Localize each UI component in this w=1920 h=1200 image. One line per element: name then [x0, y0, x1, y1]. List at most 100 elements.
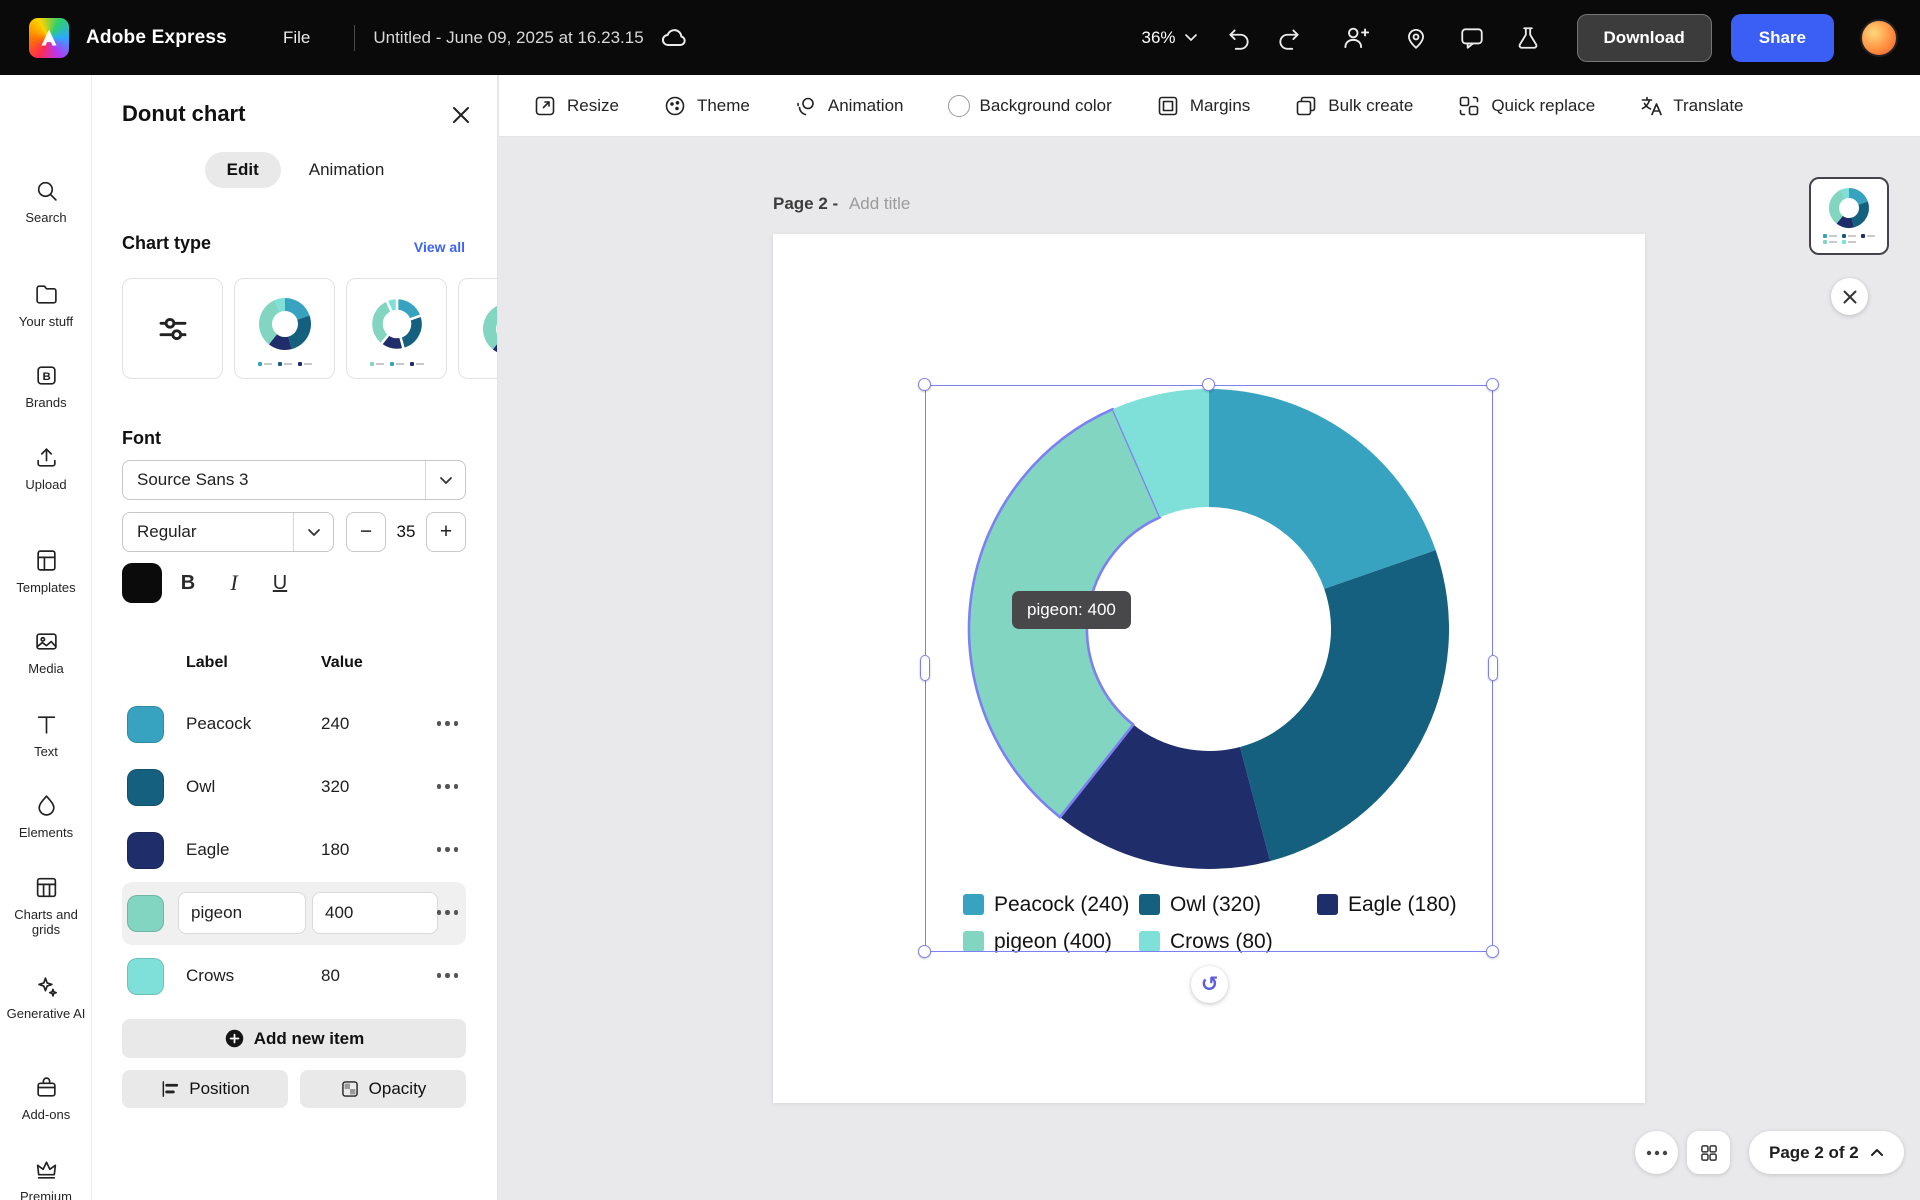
- row-menu-button[interactable]: [436, 973, 458, 978]
- font-size-decrease-button[interactable]: −: [346, 512, 386, 552]
- bulk-create-button[interactable]: Bulk create: [1294, 94, 1413, 118]
- resize-button[interactable]: Resize: [533, 94, 619, 118]
- chevron-down-icon: [293, 513, 333, 551]
- row-label[interactable]: Crows: [186, 966, 234, 986]
- deselect-button[interactable]: [1831, 278, 1868, 315]
- font-weight-select[interactable]: Regular: [122, 512, 334, 552]
- document-title[interactable]: Untitled - June 09, 2025 at 16.23.15: [373, 28, 643, 48]
- row-menu-button[interactable]: [436, 721, 458, 726]
- selection-handle-top-right[interactable]: [1486, 378, 1499, 391]
- italic-button[interactable]: I: [214, 563, 254, 603]
- margins-button[interactable]: Margins: [1156, 94, 1250, 118]
- chart-type-custom[interactable]: [122, 278, 223, 379]
- sidebar-item-charts-and-grids[interactable]: Charts and grids: [0, 875, 92, 937]
- cloud-sync-icon[interactable]: [660, 24, 688, 52]
- row-color-swatch[interactable]: [127, 706, 164, 743]
- add-collaborator-icon[interactable]: [1342, 24, 1369, 51]
- position-button[interactable]: Position: [122, 1070, 288, 1108]
- row-label[interactable]: Peacock: [186, 714, 251, 734]
- download-button[interactable]: Download: [1576, 13, 1712, 62]
- label-input[interactable]: [191, 903, 293, 923]
- font-size-increase-button[interactable]: +: [426, 512, 466, 552]
- row-color-swatch[interactable]: [127, 895, 164, 932]
- selection-handle-top-left[interactable]: [918, 378, 931, 391]
- sidebar-item-upload[interactable]: Upload: [0, 445, 92, 492]
- selection-handle-bottom-left[interactable]: [918, 945, 931, 958]
- sidebar-item-generative-ai[interactable]: Generative AI: [0, 974, 92, 1021]
- close-panel-button[interactable]: [449, 103, 473, 127]
- row-menu-button[interactable]: [436, 784, 458, 789]
- selection-handle-middle-right[interactable]: [1488, 655, 1498, 681]
- page-indicator[interactable]: Page 2 of 2: [1749, 1131, 1904, 1174]
- sidebar-item-search[interactable]: Search: [0, 178, 92, 225]
- theme-button[interactable]: Theme: [663, 94, 750, 118]
- chevron-down-icon: [1184, 34, 1197, 41]
- page-grid-view-button[interactable]: [1687, 1131, 1730, 1174]
- quick-replace-button[interactable]: Quick replace: [1457, 94, 1595, 118]
- theme-icon: [665, 96, 685, 115]
- comment-icon[interactable]: [1459, 25, 1485, 51]
- selection-handle-bottom-right[interactable]: [1486, 945, 1499, 958]
- text-color-swatch[interactable]: [122, 563, 162, 603]
- translate-icon: [1641, 96, 1663, 115]
- row-color-swatch[interactable]: [127, 769, 164, 806]
- underline-button[interactable]: U: [260, 563, 300, 603]
- selection-handle-top-center[interactable]: [1202, 378, 1215, 391]
- redo-button[interactable]: [1276, 25, 1302, 51]
- donut-slice-Peacock[interactable]: [1209, 389, 1436, 589]
- tab-animation[interactable]: Animation: [309, 160, 385, 180]
- avatar[interactable]: [1860, 18, 1898, 57]
- row-color-swatch[interactable]: [127, 832, 164, 869]
- sidebar-item-brands[interactable]: B Brands: [0, 363, 92, 410]
- row-menu-button[interactable]: [436, 847, 458, 852]
- background-color-button[interactable]: Background color: [947, 94, 1112, 117]
- selection-handle-middle-left[interactable]: [920, 655, 930, 681]
- mini-legend: [257, 362, 312, 366]
- more-options-button[interactable]: [1635, 1131, 1678, 1174]
- translate-button[interactable]: Translate: [1639, 94, 1744, 118]
- value-input[interactable]: [325, 903, 425, 923]
- sidebar-item-templates[interactable]: Templates: [0, 548, 92, 595]
- bold-button[interactable]: B: [168, 563, 208, 603]
- view-all-link[interactable]: View all: [414, 239, 465, 255]
- row-value[interactable]: 240: [321, 714, 349, 734]
- undo-button[interactable]: [1226, 25, 1252, 51]
- beaker-icon[interactable]: [1515, 25, 1541, 51]
- sidebar-item-media[interactable]: Media: [0, 629, 92, 676]
- donut-chart[interactable]: [925, 385, 1493, 952]
- tab-edit[interactable]: Edit: [204, 152, 281, 188]
- adobe-express-logo-icon[interactable]: [29, 17, 69, 58]
- sidebar-item-elements[interactable]: Elements: [0, 793, 92, 840]
- sidebar-item-your-stuff[interactable]: Your stuff: [0, 282, 92, 329]
- donut-slice-Owl[interactable]: [1240, 550, 1450, 862]
- rotate-handle[interactable]: ↺: [1191, 966, 1228, 1003]
- rotate-icon: ↺: [1200, 973, 1219, 996]
- row-color-swatch[interactable]: [127, 958, 164, 995]
- font-size-value[interactable]: 35: [386, 512, 426, 552]
- opacity-button[interactable]: Opacity: [300, 1070, 466, 1108]
- chart-type-donut-2[interactable]: [346, 278, 447, 379]
- donut-thumbnail: [369, 296, 424, 352]
- chart-type-donut-3[interactable]: [458, 278, 497, 379]
- zoom-control[interactable]: 36%: [1142, 28, 1198, 48]
- add-new-item-button[interactable]: Add new item: [122, 1019, 466, 1058]
- font-family-select[interactable]: Source Sans 3: [122, 460, 466, 500]
- row-menu-button[interactable]: [436, 910, 458, 915]
- page-thumbnail[interactable]: [1809, 177, 1889, 255]
- row-value[interactable]: 80: [321, 966, 340, 986]
- file-menu[interactable]: File: [283, 28, 310, 48]
- row-label[interactable]: Owl: [186, 777, 215, 797]
- sidebar-item-text[interactable]: Text: [0, 712, 92, 759]
- share-button[interactable]: Share: [1730, 13, 1834, 62]
- bulk-create-icon: [1296, 96, 1316, 115]
- row-label[interactable]: Eagle: [186, 840, 229, 860]
- add-title-placeholder[interactable]: Add title: [849, 194, 910, 213]
- sidebar-item-premium-member[interactable]: Premium member: [0, 1157, 92, 1200]
- row-value[interactable]: 320: [321, 777, 349, 797]
- location-pin-icon[interactable]: [1403, 25, 1429, 51]
- row-value[interactable]: 180: [321, 840, 349, 860]
- margins-icon: [1158, 96, 1178, 115]
- chart-type-donut-1[interactable]: [234, 278, 335, 379]
- sidebar-item-add-ons[interactable]: Add-ons: [0, 1075, 92, 1122]
- animation-button[interactable]: Animation: [794, 94, 904, 118]
